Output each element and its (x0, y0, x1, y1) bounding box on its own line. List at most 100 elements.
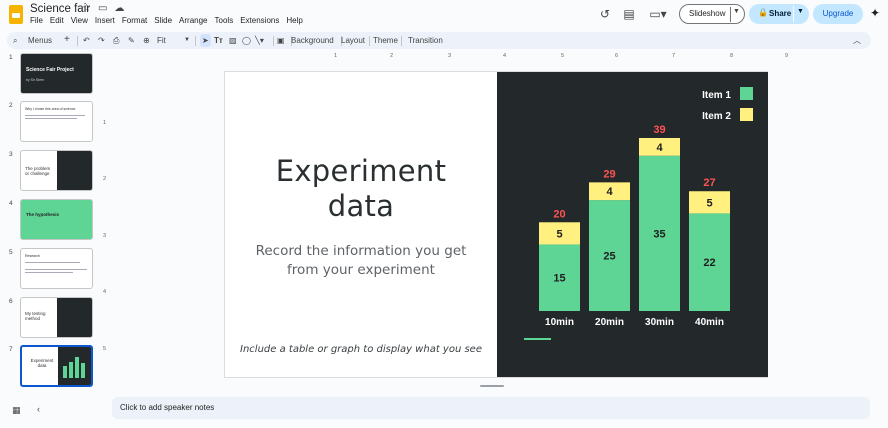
share-options-chevron-icon[interactable]: ▼ (797, 8, 804, 15)
toolbar-divider (77, 36, 78, 46)
slide-text-panel: Experiment data Record the information y… (225, 72, 497, 377)
menu-bar: File Edit View Insert Format Slide Arran… (30, 16, 303, 25)
video-call-icon[interactable]: ▭▾ (647, 6, 669, 22)
zoom-chevron-icon[interactable]: ▼ (184, 34, 190, 47)
slide-thumbnail-4[interactable]: The hypothesis (20, 199, 93, 240)
menu-help[interactable]: Help (286, 16, 302, 25)
slide-title[interactable]: Experiment data (225, 154, 497, 224)
chart-panel: 15 5 20 10min 25 4 29 20min 35 4 39 30min 22 5 27 40min… (497, 72, 768, 377)
zoom-icon[interactable]: ⊕ (143, 34, 150, 47)
slide-footnote[interactable]: Include a table or graph to display what… (235, 344, 487, 355)
gemini-sparkle-icon[interactable]: ✦ (870, 6, 880, 20)
x-tick-label: 30min (645, 317, 674, 328)
redo-icon[interactable]: ↷ (98, 34, 105, 47)
comments-icon[interactable]: ▤ (621, 6, 637, 22)
notes-resize-handle[interactable] (480, 385, 504, 387)
add-comment-icon[interactable]: ▣ (277, 34, 285, 47)
move-folder-icon[interactable]: ▭ (98, 3, 107, 14)
menu-insert[interactable]: Insert (95, 16, 115, 25)
legend-label: Item 2 (702, 111, 731, 122)
share-label: Share (769, 9, 792, 18)
cloud-saved-icon[interactable]: ☁ (114, 3, 124, 14)
star-icon[interactable]: ☆ (82, 3, 91, 14)
upgrade-button[interactable]: Upgrade (813, 4, 863, 24)
share-button[interactable]: 🔒 Share ▼ (749, 4, 809, 24)
ruler-mark: 3 (448, 53, 452, 59)
history-icon[interactable]: ↺ (597, 6, 613, 22)
new-slide-icon[interactable]: + (64, 33, 70, 46)
slideshow-button[interactable]: Slideshow ▼ (679, 4, 745, 24)
slide-thumbnail-5[interactable]: Research (20, 248, 93, 289)
line-icon[interactable]: ╲▾ (255, 34, 264, 47)
bar-value-label: 25 (603, 251, 615, 263)
thumb-subtitle: by Sir Stern (26, 78, 45, 82)
search-menus-icon[interactable]: ⌕ (13, 34, 17, 47)
menu-arrange[interactable]: Arrange (179, 16, 207, 25)
title-icons: ☆ ▭ ☁ (82, 3, 124, 14)
ruler-mark: 2 (103, 176, 107, 182)
menu-slide[interactable]: Slide (154, 16, 172, 25)
collapse-filmstrip-chevron-icon[interactable]: ‹ (37, 404, 40, 414)
horizontal-ruler: 1 2 3 4 5 6 7 8 9 (100, 52, 888, 63)
grid-view-icon[interactable]: ▦ (12, 405, 21, 416)
slide-number: 6 (9, 298, 13, 305)
slide-subtitle[interactable]: Record the information you get from your… (245, 242, 477, 280)
print-icon[interactable]: ⎙ (113, 34, 119, 47)
speaker-notes-placeholder: Click to add speaker notes (120, 403, 215, 412)
text-box-icon[interactable]: Tт (214, 34, 223, 47)
toolbar-divider (369, 36, 370, 46)
thumb-bar (81, 363, 85, 378)
undo-icon[interactable]: ↶ (83, 34, 90, 47)
zoom-select[interactable]: Fit (157, 34, 166, 47)
slide-thumbnail-7[interactable]: Experiment data (20, 345, 93, 387)
legend-swatch (740, 87, 753, 100)
thumb-text-line (25, 118, 77, 119)
decorative-line (524, 338, 551, 340)
bar-value-label: 22 (703, 257, 715, 269)
ruler-mark: 8 (730, 53, 734, 59)
stacked-bar-chart[interactable]: 15 5 20 10min 25 4 29 20min 35 4 39 30min 22 5 27 40min… (497, 72, 768, 377)
slide-title-line-2: data (327, 189, 395, 223)
thumb-dark-panel (57, 151, 92, 190)
slides-logo-icon[interactable] (9, 5, 23, 24)
thumb-title: Research (25, 254, 40, 258)
theme-button[interactable]: Theme (373, 34, 398, 47)
ruler-mark: 9 (785, 53, 789, 59)
ruler-mark: 4 (503, 53, 507, 59)
menu-tools[interactable]: Tools (215, 16, 234, 25)
menu-format[interactable]: Format (122, 16, 147, 25)
transition-button[interactable]: Transition (408, 34, 443, 47)
menu-file[interactable]: File (30, 16, 43, 25)
thumb-text-line (25, 262, 80, 263)
bar-value-label: 4 (656, 142, 663, 154)
speaker-notes[interactable]: Click to add speaker notes (112, 397, 870, 419)
slideshow-divider (730, 7, 731, 22)
menu-edit[interactable]: Edit (50, 16, 64, 25)
bar-total-label: 27 (703, 177, 715, 189)
ruler-mark: 3 (103, 233, 107, 239)
slide-thumbnail-1[interactable]: Science Fair Project by Sir Stern (20, 53, 93, 94)
legend-label: Item 1 (702, 90, 731, 101)
shape-icon[interactable]: ◯ (242, 34, 251, 47)
ruler-mark: 5 (103, 346, 107, 352)
layout-button[interactable]: Layout (341, 34, 365, 47)
slide-thumbnail-6[interactable]: My testing method (20, 297, 93, 338)
search-menus-label[interactable]: Menus (28, 34, 52, 47)
background-button[interactable]: Background (291, 34, 334, 47)
thumb-bar (69, 362, 73, 378)
bar-value-label: 4 (606, 186, 613, 198)
bar-total-label: 29 (603, 168, 615, 180)
menu-view[interactable]: View (71, 16, 88, 25)
slideshow-options-chevron-icon[interactable]: ▼ (733, 8, 740, 15)
thumb-dark-panel (58, 347, 91, 385)
paint-format-icon[interactable]: ✎ (128, 34, 135, 47)
image-icon[interactable]: ▨ (229, 34, 237, 47)
menu-extensions[interactable]: Extensions (240, 16, 279, 25)
slide-thumbnail-2[interactable]: Why I chose this area of science (20, 101, 93, 142)
bar-value-label: 15 (553, 273, 565, 285)
select-cursor-icon[interactable]: ➤ (200, 34, 211, 47)
slide-canvas[interactable]: Experiment data Record the information y… (224, 71, 768, 378)
slide-thumbnail-3[interactable]: The problem or challenge (20, 150, 93, 191)
ruler-mark: 6 (615, 53, 619, 59)
collapse-toolbar-chevron-icon[interactable]: ︿ (853, 34, 861, 47)
